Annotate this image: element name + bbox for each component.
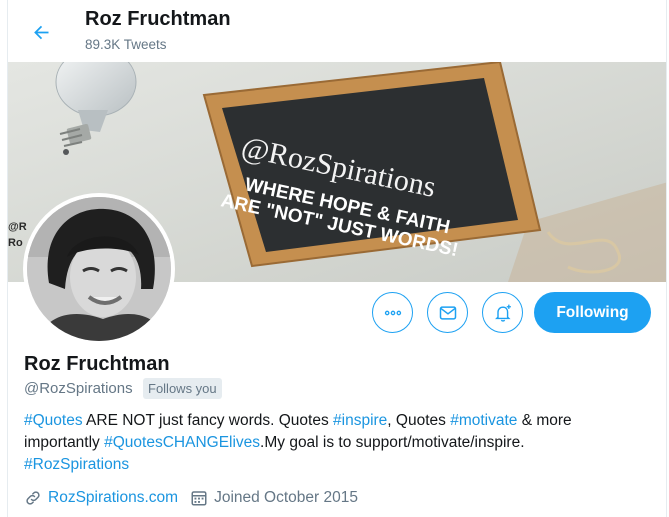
calendar-icon <box>191 491 207 506</box>
joined-date: Joined October 2015 <box>214 489 358 506</box>
back-button[interactable] <box>26 17 56 47</box>
link-icon <box>26 491 40 505</box>
banner-corner-text-1: @R <box>8 221 27 233</box>
avatar-photo <box>27 197 171 341</box>
envelope-icon <box>439 305 456 320</box>
tweet-count: 89.3K Tweets <box>85 37 167 52</box>
profile-bio: #Quotes ARE NOT just fancy words. Quotes… <box>24 410 624 476</box>
following-button[interactable]: Following <box>534 292 651 333</box>
bio-text: ARE NOT just fancy words. Quotes <box>82 412 334 429</box>
header-title: Roz Fruchtman <box>85 8 231 30</box>
message-button[interactable] <box>427 292 468 333</box>
profile-meta: RozSpirations.com Joined October 2015 <box>24 486 358 510</box>
bio-text: .My goal is to support/motivate/inspire. <box>260 434 525 451</box>
profile-handle: @RozSpirations <box>24 380 133 397</box>
bio-text: , Quotes <box>387 412 451 429</box>
more-horizontal-icon <box>384 310 401 315</box>
hashtag-link[interactable]: #RozSpirations <box>24 456 129 473</box>
notifications-button[interactable] <box>482 292 523 333</box>
hashtag-link[interactable]: #inspire <box>333 412 387 429</box>
follows-you-badge: Follows you <box>143 378 222 399</box>
arrow-left-icon <box>33 25 48 39</box>
website-link[interactable]: RozSpirations.com <box>48 489 178 507</box>
banner-corner-text-2: Ro <box>8 237 23 249</box>
more-options-button[interactable] <box>372 292 413 333</box>
hashtag-link[interactable]: #motivate <box>450 412 517 429</box>
bell-plus-icon <box>494 304 511 322</box>
hashtag-link[interactable]: #Quotes <box>24 412 83 429</box>
profile-page: Roz Fruchtman 89.3K Tweets @RozSpiration… <box>7 0 667 517</box>
avatar[interactable] <box>23 193 175 345</box>
chalkboard: @RozSpirations WHERE HOPE & FAITH ARE "N… <box>202 62 542 268</box>
profile-name: Roz Fruchtman <box>24 353 170 375</box>
hashtag-link[interactable]: #QuotesCHANGElives <box>104 434 260 451</box>
profile-header: Roz Fruchtman 89.3K Tweets <box>8 0 666 62</box>
